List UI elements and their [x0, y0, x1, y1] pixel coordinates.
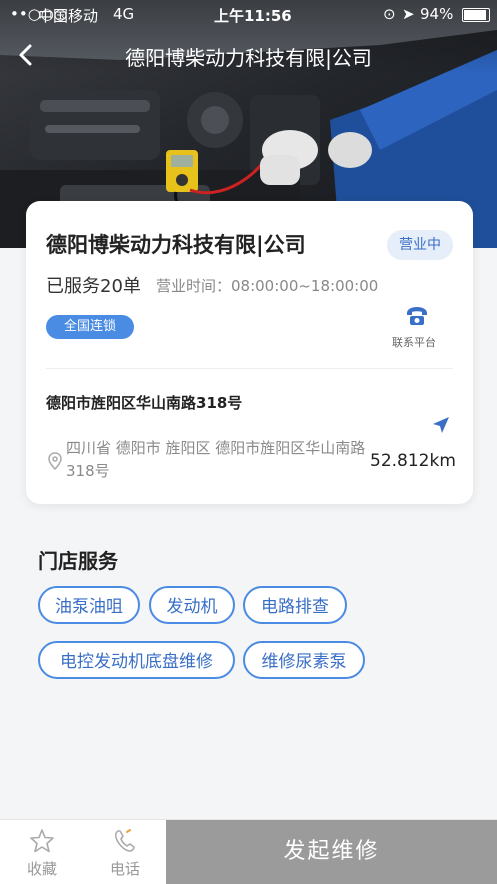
business-hours: 营业时间：08:00:00~18:00:00 — [156, 277, 379, 295]
contact-platform-label: 联系平台 — [392, 336, 436, 349]
start-repair-button[interactable]: 发起维修 — [166, 820, 497, 884]
clock: 上午11:56 — [214, 7, 292, 25]
service-chip[interactable]: 电路排查 — [243, 586, 347, 624]
status-bar: ••○○○ 中国移动 4G 上午11:56 ⊙ ➤ 94% — [0, 0, 497, 28]
status-badge: 营业中 — [387, 230, 453, 260]
battery-percent: 94% — [420, 5, 454, 23]
favorite-button[interactable]: 收藏 — [0, 820, 84, 884]
telephone-icon — [407, 307, 427, 325]
phone-icon — [114, 829, 135, 852]
navigate-arrow-icon[interactable] — [431, 415, 451, 435]
favorite-label: 收藏 — [26, 860, 57, 878]
service-chip[interactable]: 电控发动机底盘维修 — [38, 641, 235, 679]
service-chip[interactable]: 发动机 — [149, 586, 235, 624]
address-detail: 四川省 德阳市 旌阳区 德阳市旌阳区华山南路318号 — [66, 439, 366, 480]
carrier-label: 中国移动 — [38, 7, 99, 25]
shop-name: 德阳博柴动力科技有限|公司 — [46, 233, 306, 257]
star-icon — [30, 829, 54, 853]
distance: 52.812km — [370, 451, 456, 471]
divider — [46, 368, 453, 369]
battery-icon — [462, 8, 490, 22]
shop-info-card: 德阳博柴动力科技有限|公司 营业中 已服务20单 营业时间：08:00:00~1… — [26, 201, 473, 504]
page-title: 德阳博柴动力科技有限|公司 — [125, 46, 372, 70]
location-icon: ➤ — [402, 5, 415, 23]
address-title: 德阳市旌阳区华山南路318号 — [46, 394, 243, 412]
served-count: 已服务20单 — [46, 276, 141, 297]
chain-tag: 全国连锁 — [46, 315, 134, 339]
location-pin-icon — [48, 452, 62, 470]
service-chip[interactable]: 维修尿素泵 — [243, 641, 365, 679]
orientation-lock-icon: ⊙ — [383, 5, 396, 23]
bottom-action-bar: 收藏 电话 发起维修 — [0, 819, 497, 884]
phone-label: 电话 — [109, 860, 140, 878]
call-button[interactable]: 电话 — [84, 820, 166, 884]
network-label: 4G — [113, 5, 135, 23]
nav-bar: 德阳博柴动力科技有限|公司 — [0, 30, 497, 80]
services-heading: 门店服务 — [38, 549, 118, 573]
service-chip[interactable]: 油泵油咀 — [38, 586, 140, 624]
